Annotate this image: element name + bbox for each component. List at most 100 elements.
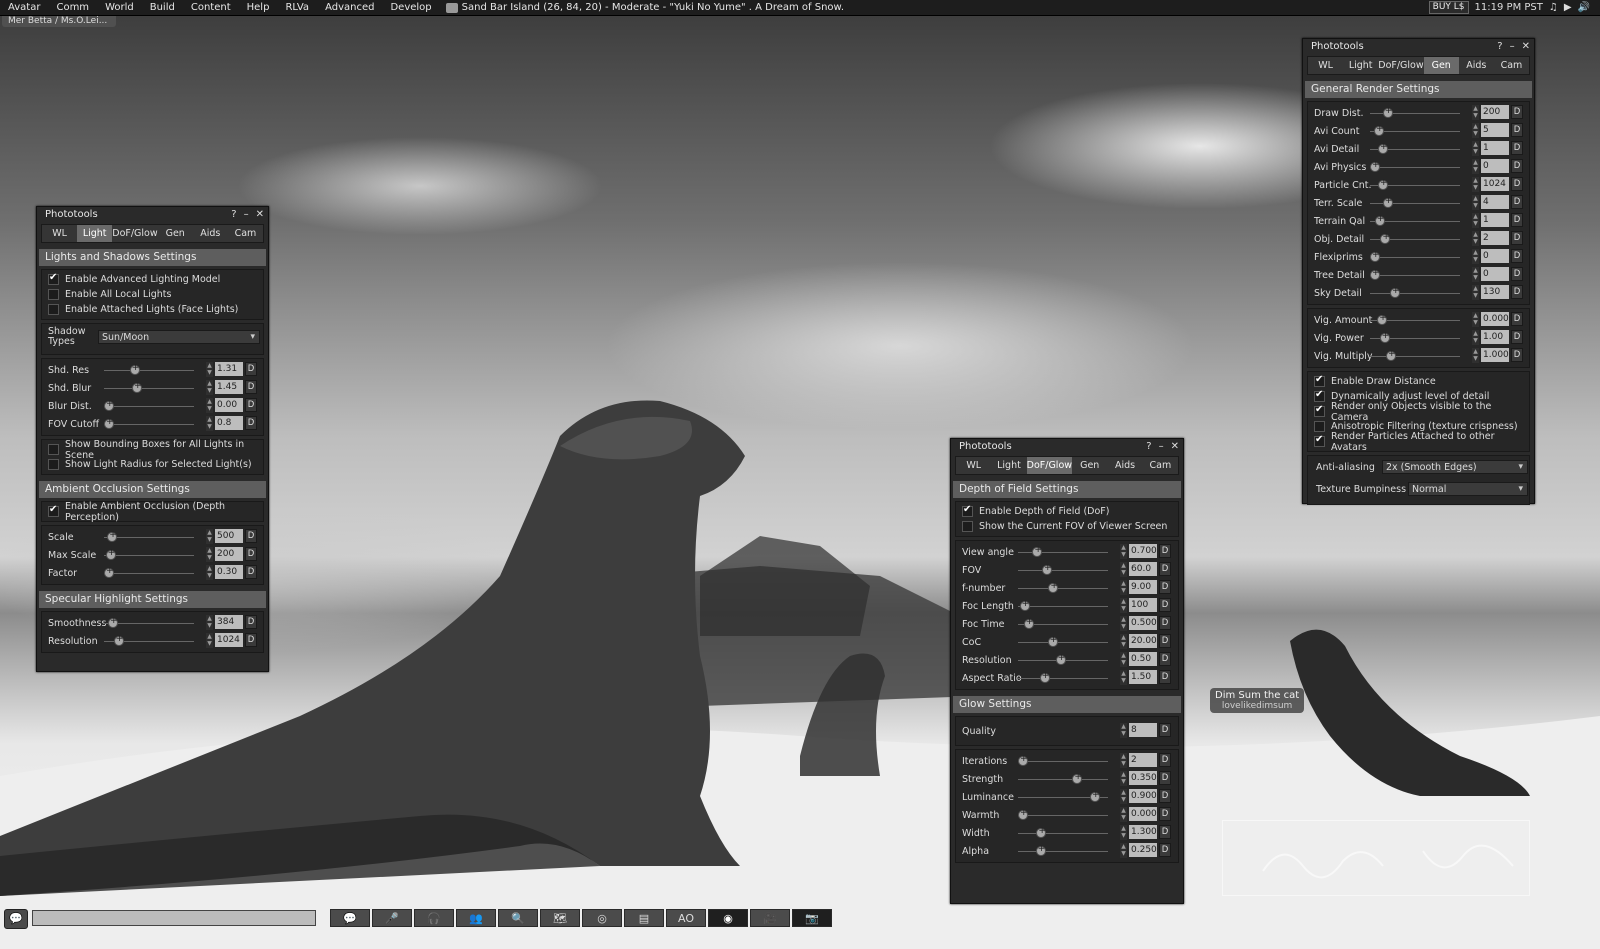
- spinner-arrows[interactable]: ▲ ▼: [1120, 652, 1127, 667]
- close-icon[interactable]: ✕: [256, 207, 264, 222]
- value-field[interactable]: 1024: [1481, 177, 1509, 191]
- default-button[interactable]: D: [1159, 562, 1171, 576]
- slider-track[interactable]: [1018, 761, 1108, 762]
- texture-bumpiness-dropdown[interactable]: Normal: [1408, 482, 1528, 496]
- location-info[interactable]: Sand Bar Island (26, 84, 20) - Moderate …: [445, 2, 844, 13]
- tab-gen[interactable]: Gen: [1072, 457, 1107, 474]
- menu-world[interactable]: World: [97, 0, 142, 15]
- spinner-arrows[interactable]: ▲ ▼: [1120, 825, 1127, 840]
- checkbox-enable-attached-lights-face-lights[interactable]: Enable Attached Lights (Face Lights): [42, 302, 263, 317]
- value-field[interactable]: 130: [1481, 285, 1509, 299]
- default-button[interactable]: D: [1159, 544, 1171, 558]
- spinner-arrows[interactable]: ▲ ▼: [206, 615, 213, 630]
- snapshot-button[interactable]: 📷: [792, 909, 832, 927]
- help-icon[interactable]: ?: [231, 207, 236, 222]
- tab-aids[interactable]: Aids: [193, 225, 228, 242]
- value-field[interactable]: 100: [1129, 598, 1157, 612]
- quality-value[interactable]: 8: [1129, 723, 1157, 737]
- value-field[interactable]: 384: [215, 615, 243, 629]
- default-button[interactable]: D: [1511, 249, 1523, 263]
- default-button[interactable]: D: [1159, 753, 1171, 767]
- anti-aliasing-dropdown[interactable]: 2x (Smooth Edges): [1382, 460, 1528, 474]
- default-button[interactable]: D: [1511, 330, 1523, 344]
- value-field[interactable]: 0.00: [215, 398, 243, 412]
- tab-cam[interactable]: Cam: [1143, 457, 1178, 474]
- value-field[interactable]: 0: [1481, 249, 1509, 263]
- spinner-arrows[interactable]: ▲ ▼: [1120, 771, 1127, 786]
- value-field[interactable]: 2: [1481, 231, 1509, 245]
- tab-light[interactable]: Light: [1343, 57, 1378, 74]
- slider-knob[interactable]: [1374, 124, 1384, 136]
- slider-track[interactable]: [104, 573, 194, 574]
- checkbox-show-the-current-fov-of-viewer-screen[interactable]: Show the Current FOV of Viewer Screen: [956, 519, 1178, 534]
- default-button[interactable]: D: [1159, 789, 1171, 803]
- default-button[interactable]: D: [1511, 159, 1523, 173]
- volume-icon[interactable]: 🔊: [1578, 2, 1590, 13]
- default-button[interactable]: D: [245, 380, 257, 394]
- checkbox-box[interactable]: [48, 444, 59, 455]
- slider-knob[interactable]: [1039, 671, 1050, 683]
- value-field[interactable]: 0.000: [1129, 807, 1157, 821]
- spinner-arrows[interactable]: ▲ ▼: [206, 398, 213, 413]
- value-field[interactable]: 1.00: [1481, 330, 1509, 344]
- headset-button[interactable]: 🎧: [414, 909, 454, 927]
- value-field[interactable]: 200: [215, 547, 243, 561]
- value-field[interactable]: 200: [1481, 105, 1509, 119]
- value-field[interactable]: 1.300: [1129, 825, 1157, 839]
- checkbox-box[interactable]: [962, 504, 973, 517]
- value-field[interactable]: 4: [1481, 195, 1509, 209]
- menu-advanced[interactable]: Advanced: [317, 0, 382, 15]
- slider-knob[interactable]: [1390, 286, 1400, 298]
- tab-dof-glow[interactable]: DoF/Glow: [1378, 57, 1423, 74]
- checkbox-enable-advanced-lighting-model[interactable]: Enable Advanced Lighting Model: [42, 272, 263, 287]
- tab-wl[interactable]: WL: [42, 225, 77, 242]
- spinner-arrows[interactable]: ▲ ▼: [1472, 231, 1479, 246]
- tab-wl[interactable]: WL: [1308, 57, 1343, 74]
- default-button[interactable]: D: [1511, 177, 1523, 191]
- slider-knob[interactable]: [1378, 142, 1388, 154]
- spinner-arrows[interactable]: ▲ ▼: [1472, 285, 1479, 300]
- slider-knob[interactable]: [1382, 106, 1393, 118]
- value-field[interactable]: 0.000: [1481, 312, 1509, 326]
- buy-currency-button[interactable]: BUY L$: [1428, 1, 1469, 14]
- slider-track[interactable]: [1370, 356, 1460, 357]
- menu-avatar[interactable]: Avatar: [0, 0, 48, 15]
- slider-knob[interactable]: [1377, 313, 1388, 325]
- inventory-button[interactable]: ▤: [624, 909, 664, 927]
- avatar-name-tag[interactable]: Dim Sum the cat lovelikedimsum: [1210, 688, 1305, 713]
- music-icon[interactable]: ♫: [1549, 2, 1558, 13]
- slider-track[interactable]: [104, 406, 194, 407]
- menu-help[interactable]: Help: [239, 0, 278, 15]
- tab-gen[interactable]: Gen: [1423, 57, 1459, 74]
- slider-knob[interactable]: [129, 363, 140, 375]
- slider-track[interactable]: [1018, 642, 1108, 643]
- value-field[interactable]: 60.0: [1129, 562, 1157, 576]
- default-button[interactable]: D: [1511, 348, 1523, 362]
- value-field[interactable]: 0.900: [1129, 789, 1157, 803]
- spinner-arrows[interactable]: ▲ ▼: [1120, 670, 1127, 685]
- default-button[interactable]: D: [1511, 141, 1523, 155]
- spinner-arrows[interactable]: ▲ ▼: [1120, 562, 1127, 577]
- spinner-arrows[interactable]: ▲ ▼: [1472, 141, 1479, 156]
- slider-track[interactable]: [1018, 678, 1108, 679]
- slider-track[interactable]: [1018, 606, 1108, 607]
- spinner-arrows[interactable]: ▲ ▼: [1472, 159, 1479, 174]
- checkbox-enable-ambient-occlusion-depth-perception[interactable]: Enable Ambient Occlusion (Depth Percepti…: [42, 501, 263, 523]
- default-button[interactable]: D: [245, 398, 257, 412]
- floater-title-bar[interactable]: Phototools? – ✕: [951, 439, 1183, 454]
- close-icon[interactable]: ✕: [1522, 39, 1530, 54]
- shadow-types-dropdown[interactable]: Sun/Moon: [98, 330, 260, 344]
- default-button[interactable]: D: [1159, 825, 1171, 839]
- checkbox-box[interactable]: [1314, 404, 1325, 417]
- tab-cam[interactable]: Cam: [1494, 57, 1529, 74]
- value-field[interactable]: 1.31: [215, 362, 243, 376]
- checkbox-box[interactable]: [1314, 421, 1325, 432]
- slider-knob[interactable]: [104, 417, 114, 429]
- value-field[interactable]: 0.700: [1129, 544, 1157, 558]
- default-button[interactable]: D: [245, 529, 257, 543]
- slider-knob[interactable]: [105, 548, 116, 560]
- checkbox-box[interactable]: [1314, 389, 1325, 402]
- menu-develop[interactable]: Develop: [382, 0, 439, 15]
- spinner-arrows[interactable]: ▲ ▼: [206, 565, 213, 580]
- slider-knob[interactable]: [1048, 581, 1059, 593]
